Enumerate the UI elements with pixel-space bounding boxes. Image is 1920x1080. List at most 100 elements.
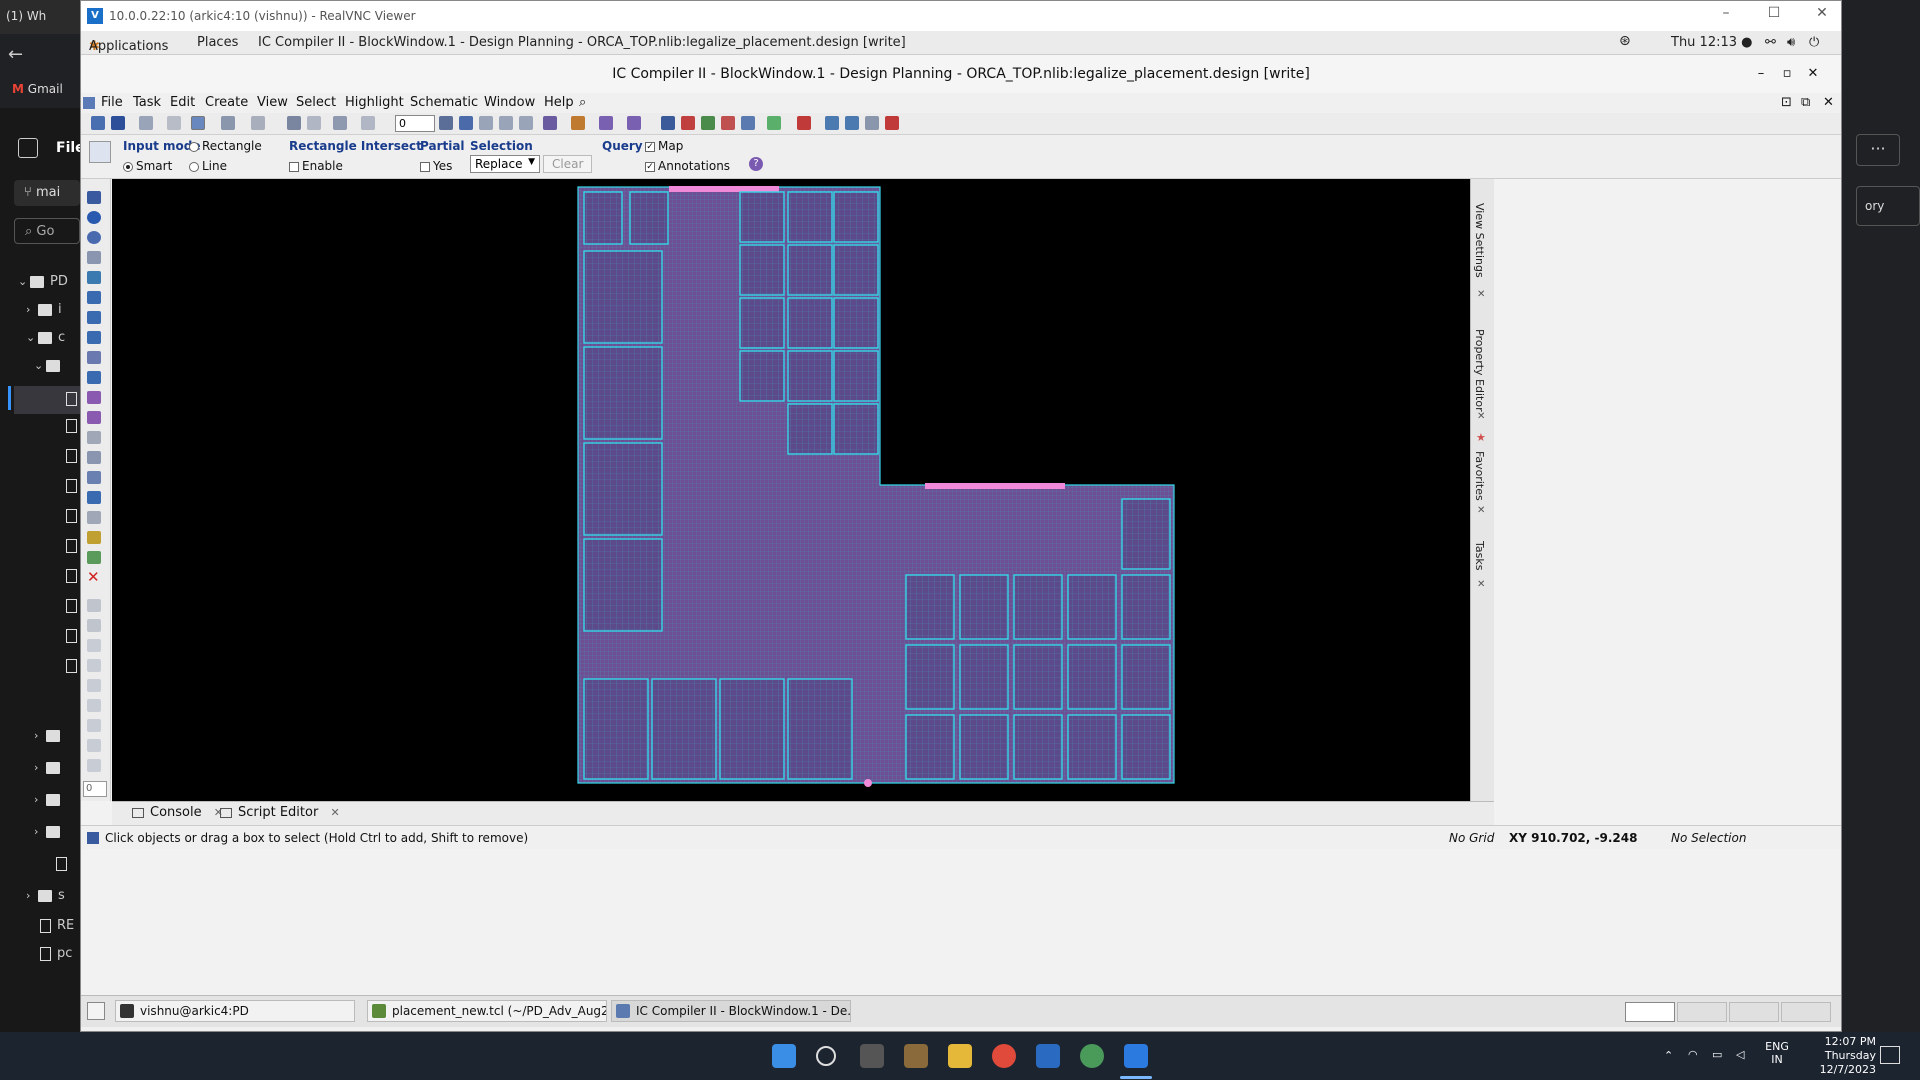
tool-icon-p[interactable] <box>825 116 839 130</box>
boundary-tool-icon[interactable] <box>87 511 101 524</box>
tool-icon-d[interactable] <box>499 116 513 130</box>
toolbar-spin-input[interactable]: 0 <box>395 115 435 132</box>
macro-block[interactable] <box>905 574 955 640</box>
host-folder-row[interactable]: ⌄ PD <box>0 274 80 302</box>
macro-block[interactable] <box>1121 498 1171 570</box>
macro-block[interactable] <box>1013 574 1063 640</box>
menu-highlight[interactable]: Highlight <box>345 95 404 110</box>
vnc-minimize-button[interactable]: – <box>1711 5 1741 21</box>
network-icon[interactable]: ⚯ <box>1765 35 1776 50</box>
tool-icon-r[interactable] <box>865 116 879 130</box>
shape-tool-icon[interactable] <box>87 431 101 444</box>
search-icon[interactable] <box>816 1046 836 1066</box>
tool-icon-m[interactable] <box>721 116 735 130</box>
macro-block[interactable] <box>1013 714 1063 780</box>
host-folder-row[interactable]: ⌄ c <box>0 330 80 358</box>
macro-block[interactable] <box>739 244 785 296</box>
macro-block[interactable] <box>583 191 623 245</box>
notification-icon[interactable] <box>1880 1046 1900 1064</box>
dock-float-icon[interactable]: ⊡ <box>1781 95 1792 110</box>
language-indicator[interactable]: ENG IN <box>1762 1040 1792 1066</box>
macro-block[interactable] <box>1013 644 1063 710</box>
macro-block[interactable] <box>833 244 879 296</box>
zoom-icon[interactable] <box>287 116 301 130</box>
menu-select[interactable]: Select <box>296 95 336 110</box>
host-right-button[interactable]: ory <box>1856 186 1920 226</box>
tool-icon-g[interactable] <box>571 116 585 130</box>
host-branch-button[interactable]: ⑂ mai <box>14 180 80 206</box>
macro-block[interactable] <box>833 403 879 455</box>
tool-icon-i[interactable] <box>627 116 641 130</box>
close-icon[interactable]: ✕ <box>1477 505 1485 516</box>
save-icon[interactable] <box>111 116 125 130</box>
host-file-row[interactable] <box>0 598 80 626</box>
host-file-row[interactable] <box>0 508 80 536</box>
macro-block[interactable] <box>583 250 663 344</box>
snap-icon[interactable] <box>191 116 205 130</box>
search-icon[interactable]: ⌕ <box>579 95 586 110</box>
drc-icon[interactable] <box>797 116 811 130</box>
show-desktop-icon[interactable] <box>87 1002 105 1020</box>
workspace-2[interactable] <box>1677 1002 1727 1022</box>
macro-block[interactable] <box>583 346 663 440</box>
macro-block[interactable] <box>1067 714 1117 780</box>
host-file-row[interactable] <box>0 448 80 476</box>
open-icon[interactable] <box>91 116 105 130</box>
stretch-tool-icon[interactable] <box>87 291 101 304</box>
lock-icon[interactable] <box>87 599 101 612</box>
vnc-close-button[interactable]: ✕ <box>1807 5 1837 21</box>
macro-block[interactable] <box>905 714 955 780</box>
host-folder-row[interactable]: › i <box>0 302 80 330</box>
taskbar-terminal[interactable]: vishnu@arkic4:PD <box>115 1000 355 1022</box>
rectangle-radio[interactable]: Rectangle <box>189 139 262 153</box>
clear-button[interactable]: Clear <box>543 155 593 173</box>
menu-create[interactable]: Create <box>205 95 248 110</box>
places-menu[interactable]: Places <box>197 35 238 50</box>
tool-icon-j[interactable] <box>661 116 675 130</box>
tool-icon-q[interactable] <box>845 116 859 130</box>
host-file-row[interactable] <box>0 856 80 884</box>
host-folder-row[interactable]: › <box>0 792 80 820</box>
wifi-icon[interactable]: ◠ <box>1688 1048 1698 1061</box>
speaker-icon[interactable]: ◁ <box>1736 1048 1744 1061</box>
accessibility-icon[interactable]: ⊛ <box>1619 33 1631 49</box>
tool-icon-o[interactable] <box>767 116 781 130</box>
menu-window[interactable]: Window <box>484 95 535 110</box>
taskbar-editor[interactable]: placement_new.tcl (~/PD_Adv_Aug2... <box>367 1000 607 1022</box>
host-folder-row[interactable]: › s <box>0 888 80 916</box>
rect-tool-icon[interactable] <box>87 251 101 264</box>
zoom-tool-icon[interactable] <box>87 231 101 244</box>
tool-icon-h[interactable] <box>599 116 613 130</box>
macro-block[interactable] <box>833 191 879 243</box>
tool-icon-l[interactable] <box>701 116 715 130</box>
help-icon[interactable]: ? <box>749 157 763 171</box>
menu-task[interactable]: Task <box>133 95 161 110</box>
macro-block[interactable] <box>1121 714 1171 780</box>
host-browser-tab[interactable]: (1) Wh <box>0 0 80 34</box>
left-spin-input[interactable]: 0 <box>83 781 107 797</box>
app-icon[interactable] <box>904 1044 928 1068</box>
macro-block[interactable] <box>905 644 955 710</box>
macro-block[interactable] <box>787 403 833 455</box>
start-icon[interactable] <box>772 1044 796 1068</box>
tool-icon-a[interactable] <box>439 116 453 130</box>
net-tool-icon[interactable] <box>87 551 101 564</box>
host-file-row[interactable] <box>0 538 80 566</box>
close-icon[interactable]: ✕ <box>87 570 101 585</box>
macro-block[interactable] <box>833 350 879 402</box>
dock-restore-icon[interactable]: ⧉ <box>1801 95 1810 110</box>
host-selected-row[interactable] <box>14 386 80 414</box>
host-file-row[interactable] <box>0 658 80 686</box>
layout-canvas[interactable] <box>112 179 1470 801</box>
enable-checkbox[interactable]: Enable <box>289 159 343 173</box>
stack-tool-icon[interactable] <box>87 371 101 384</box>
move-tool-icon[interactable] <box>87 271 101 284</box>
zoom-out-icon[interactable] <box>307 116 321 130</box>
workspace-4[interactable] <box>1781 1002 1831 1022</box>
macro-block[interactable] <box>583 442 663 536</box>
route-tool-icon[interactable] <box>87 411 101 424</box>
host-more-button[interactable]: ··· <box>1856 134 1900 166</box>
array-tool-icon[interactable] <box>87 471 101 484</box>
macro-block[interactable] <box>1121 644 1171 710</box>
tray-overflow-icon[interactable]: ⌃ <box>1664 1049 1673 1062</box>
